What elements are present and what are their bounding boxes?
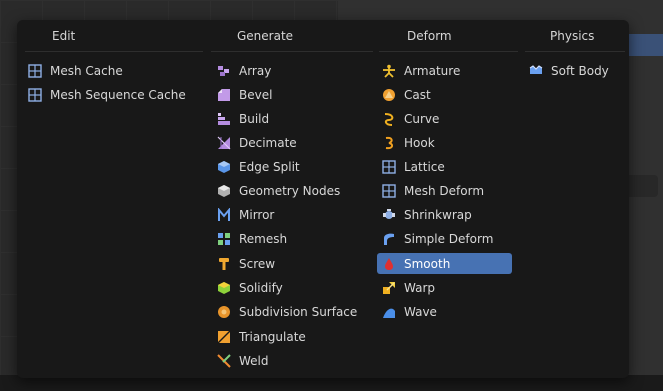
menu-item-label: Subdivision Surface xyxy=(239,304,358,319)
column-header-edit: Edit xyxy=(52,29,76,43)
menu-item-cast[interactable]: Cast xyxy=(377,84,512,105)
warp-icon xyxy=(382,281,396,295)
menu-item-triangulate[interactable]: Triangulate xyxy=(212,326,372,347)
solidify-icon xyxy=(217,281,231,295)
column-header-physics: Physics xyxy=(550,29,595,43)
lattice-icon xyxy=(382,159,396,174)
menu-item-label: Geometry Nodes xyxy=(239,183,341,198)
geometry-nodes-icon xyxy=(217,184,231,198)
menu-item-bevel[interactable]: Bevel xyxy=(212,84,372,105)
menu-item-label: Mesh Cache xyxy=(50,63,123,78)
hook-icon xyxy=(382,136,396,150)
menu-item-subdivision-surface[interactable]: Subdivision Surface xyxy=(212,301,372,322)
menu-item-label: Mirror xyxy=(239,207,275,222)
menu-item-label: Decimate xyxy=(239,135,297,150)
menu-item-smooth[interactable]: Smooth xyxy=(377,253,512,274)
menu-item-label: Soft Body xyxy=(551,63,609,78)
menu-item-curve[interactable]: Curve xyxy=(377,108,512,129)
menu-item-lattice[interactable]: Lattice xyxy=(377,156,512,177)
armature-icon xyxy=(382,64,396,78)
menu-item-mirror[interactable]: Mirror xyxy=(212,204,372,225)
simple-deform-icon xyxy=(382,232,396,246)
mesh-deform-icon xyxy=(382,183,396,198)
soft-body-icon xyxy=(529,64,543,78)
menu-item-armature[interactable]: Armature xyxy=(377,60,512,81)
subdivision-surface-icon xyxy=(217,305,231,319)
edge-split-icon xyxy=(217,160,231,174)
menu-item-label: Warp xyxy=(404,280,436,295)
array-icon xyxy=(217,64,231,78)
menu-item-decimate[interactable]: Decimate xyxy=(212,132,372,153)
menu-item-label: Weld xyxy=(239,353,269,368)
menu-item-build[interactable]: Build xyxy=(212,108,372,129)
menu-item-label: Cast xyxy=(404,87,431,102)
weld-icon xyxy=(217,353,231,368)
menu-item-label: Shrinkwrap xyxy=(404,207,472,222)
menu-item-screw[interactable]: Screw xyxy=(212,253,372,274)
shrinkwrap-icon xyxy=(382,208,396,222)
column-header-generate: Generate xyxy=(237,29,294,43)
remesh-icon xyxy=(217,232,231,246)
mesh-sequence-cache-icon xyxy=(28,87,42,102)
menu-item-label: Wave xyxy=(404,304,437,319)
menu-item-solidify[interactable]: Solidify xyxy=(212,277,372,298)
menu-item-warp[interactable]: Warp xyxy=(377,277,512,298)
menu-item-hook[interactable]: Hook xyxy=(377,132,512,153)
menu-item-mesh-cache[interactable]: Mesh Cache xyxy=(23,60,207,81)
column-divider xyxy=(25,51,203,52)
column-divider xyxy=(211,51,373,52)
menu-item-label: Mesh Deform xyxy=(404,183,485,198)
menu-item-label: Simple Deform xyxy=(404,231,494,246)
column-divider xyxy=(379,51,518,52)
menu-item-label: Triangulate xyxy=(239,329,306,344)
mirror-icon xyxy=(217,207,231,222)
decimate-icon xyxy=(217,136,231,150)
menu-item-label: Hook xyxy=(404,135,435,150)
wave-icon xyxy=(382,305,396,319)
menu-item-soft-body[interactable]: Soft Body xyxy=(524,60,627,81)
curve-icon xyxy=(382,112,396,126)
menu-item-simple-deform[interactable]: Simple Deform xyxy=(377,228,512,249)
menu-item-shrinkwrap[interactable]: Shrinkwrap xyxy=(377,204,512,225)
menu-item-label: Array xyxy=(239,63,272,78)
menu-item-remesh[interactable]: Remesh xyxy=(212,228,372,249)
triangulate-icon xyxy=(217,330,231,344)
add-modifier-menu: Edit Mesh Cache Mesh Sequence Cache Gene… xyxy=(17,20,629,378)
menu-item-array[interactable]: Array xyxy=(212,60,372,81)
menu-item-edge-split[interactable]: Edge Split xyxy=(212,156,372,177)
screw-icon xyxy=(217,257,231,271)
menu-item-label: Armature xyxy=(404,63,461,78)
build-icon xyxy=(217,112,231,126)
menu-item-weld[interactable]: Weld xyxy=(212,350,372,371)
menu-item-label: Build xyxy=(239,111,270,126)
menu-item-wave[interactable]: Wave xyxy=(377,301,512,322)
menu-item-mesh-sequence-cache[interactable]: Mesh Sequence Cache xyxy=(23,84,207,105)
menu-item-label: Screw xyxy=(239,256,276,271)
menu-item-label: Edge Split xyxy=(239,159,300,174)
menu-item-label: Curve xyxy=(404,111,440,126)
menu-item-label: Lattice xyxy=(404,159,445,174)
column-header-deform: Deform xyxy=(407,29,452,43)
column-divider xyxy=(525,51,625,52)
menu-item-mesh-deform[interactable]: Mesh Deform xyxy=(377,180,512,201)
bevel-icon xyxy=(217,88,231,102)
menu-item-label: Bevel xyxy=(239,87,273,102)
cast-icon xyxy=(382,88,396,102)
menu-item-label: Smooth xyxy=(404,256,451,271)
menu-item-label: Mesh Sequence Cache xyxy=(50,87,186,102)
menu-item-geometry-nodes[interactable]: Geometry Nodes xyxy=(212,180,372,201)
menu-item-label: Remesh xyxy=(239,231,288,246)
smooth-icon xyxy=(382,257,396,271)
mesh-cache-icon xyxy=(28,63,42,78)
menu-item-label: Solidify xyxy=(239,280,283,295)
